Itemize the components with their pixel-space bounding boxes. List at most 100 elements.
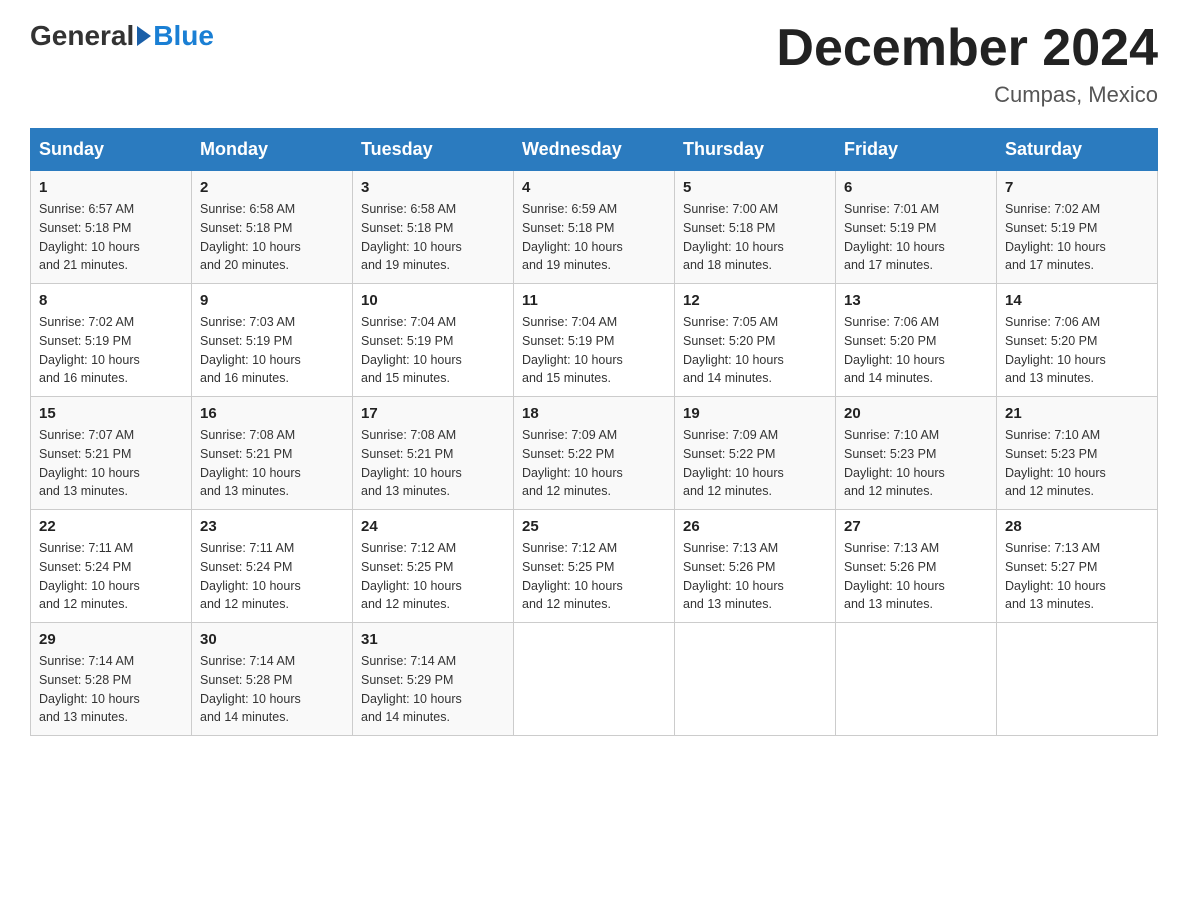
day-number: 13 [844, 292, 988, 309]
day-info: Sunrise: 7:11 AMSunset: 5:24 PMDaylight:… [200, 539, 344, 614]
calendar-week-row: 29 Sunrise: 7:14 AMSunset: 5:28 PMDayligh… [31, 623, 1158, 736]
day-number: 4 [522, 179, 666, 196]
day-info: Sunrise: 7:08 AMSunset: 5:21 PMDaylight:… [200, 426, 344, 501]
calendar-cell: 16 Sunrise: 7:08 AMSunset: 5:21 PMDayligh… [192, 397, 353, 510]
day-number: 8 [39, 292, 183, 309]
day-number: 15 [39, 405, 183, 422]
day-info: Sunrise: 6:59 AMSunset: 5:18 PMDaylight:… [522, 200, 666, 275]
calendar-cell: 14 Sunrise: 7:06 AMSunset: 5:20 PMDayligh… [997, 284, 1158, 397]
day-number: 29 [39, 631, 183, 648]
day-number: 19 [683, 405, 827, 422]
calendar-table: Sunday Monday Tuesday Wednesday Thursday… [30, 128, 1158, 736]
day-info: Sunrise: 7:11 AMSunset: 5:24 PMDaylight:… [39, 539, 183, 614]
calendar-cell: 7Sunrise: 7:02 AMSunset: 5:19 PMDaylight… [997, 171, 1158, 284]
day-info: Sunrise: 7:00 AMSunset: 5:18 PMDaylight:… [683, 200, 827, 275]
day-info: Sunrise: 7:05 AMSunset: 5:20 PMDaylight:… [683, 313, 827, 388]
calendar-cell: 10Sunrise: 7:04 AMSunset: 5:19 PMDayligh… [353, 284, 514, 397]
calendar-cell: 12 Sunrise: 7:05 AMSunset: 5:20 PMDayligh… [675, 284, 836, 397]
day-info: Sunrise: 7:12 AMSunset: 5:25 PMDaylight:… [522, 539, 666, 614]
calendar-week-row: 1Sunrise: 6:57 AMSunset: 5:18 PMDaylight… [31, 171, 1158, 284]
day-number: 26 [683, 518, 827, 535]
calendar-cell: 5 Sunrise: 7:00 AMSunset: 5:18 PMDaylight… [675, 171, 836, 284]
day-number: 23 [200, 518, 344, 535]
calendar-cell: 30 Sunrise: 7:14 AMSunset: 5:28 PMDayligh… [192, 623, 353, 736]
calendar-cell: 13 Sunrise: 7:06 AMSunset: 5:20 PMDayligh… [836, 284, 997, 397]
calendar-header: Sunday Monday Tuesday Wednesday Thursday… [31, 129, 1158, 171]
day-headers-row: Sunday Monday Tuesday Wednesday Thursday… [31, 129, 1158, 171]
calendar-cell: 20 Sunrise: 7:10 AMSunset: 5:23 PMDayligh… [836, 397, 997, 510]
day-number: 14 [1005, 292, 1149, 309]
calendar-cell: 28 Sunrise: 7:13 AMSunset: 5:27 PMDayligh… [997, 510, 1158, 623]
day-number: 2 [200, 179, 344, 196]
calendar-cell: 18 Sunrise: 7:09 AMSunset: 5:22 PMDayligh… [514, 397, 675, 510]
calendar-cell: 29 Sunrise: 7:14 AMSunset: 5:28 PMDayligh… [31, 623, 192, 736]
logo-text: General Blue [30, 20, 214, 52]
header-thursday: Thursday [675, 129, 836, 171]
day-info: Sunrise: 7:14 AMSunset: 5:28 PMDaylight:… [200, 652, 344, 727]
header-monday: Monday [192, 129, 353, 171]
calendar-cell: 3 Sunrise: 6:58 AMSunset: 5:18 PMDaylight… [353, 171, 514, 284]
calendar-cell: 2Sunrise: 6:58 AMSunset: 5:18 PMDaylight… [192, 171, 353, 284]
page-header: General Blue December 2024 Cumpas, Mexic… [30, 20, 1158, 108]
day-number: 21 [1005, 405, 1149, 422]
day-number: 5 [683, 179, 827, 196]
calendar-cell: 9Sunrise: 7:03 AMSunset: 5:19 PMDaylight… [192, 284, 353, 397]
calendar-subtitle: Cumpas, Mexico [776, 82, 1158, 108]
day-info: Sunrise: 7:13 AMSunset: 5:26 PMDaylight:… [844, 539, 988, 614]
logo-arrow-icon [137, 26, 151, 46]
calendar-cell: 27 Sunrise: 7:13 AMSunset: 5:26 PMDayligh… [836, 510, 997, 623]
day-number: 1 [39, 179, 183, 196]
header-sunday: Sunday [31, 129, 192, 171]
calendar-cell: 25Sunrise: 7:12 AMSunset: 5:25 PMDayligh… [514, 510, 675, 623]
calendar-cell: 19 Sunrise: 7:09 AMSunset: 5:22 PMDayligh… [675, 397, 836, 510]
day-info: Sunrise: 7:02 AMSunset: 5:19 PMDaylight:… [39, 313, 183, 388]
day-number: 22 [39, 518, 183, 535]
day-number: 12 [683, 292, 827, 309]
day-number: 3 [361, 179, 505, 196]
calendar-cell: 22 Sunrise: 7:11 AMSunset: 5:24 PMDayligh… [31, 510, 192, 623]
day-info: Sunrise: 7:09 AMSunset: 5:22 PMDaylight:… [683, 426, 827, 501]
day-number: 31 [361, 631, 505, 648]
logo: General Blue [30, 20, 214, 52]
calendar-cell: 21 Sunrise: 7:10 AMSunset: 5:23 PMDayligh… [997, 397, 1158, 510]
day-info: Sunrise: 7:10 AMSunset: 5:23 PMDaylight:… [844, 426, 988, 501]
calendar-cell [675, 623, 836, 736]
day-info: Sunrise: 6:58 AMSunset: 5:18 PMDaylight:… [361, 200, 505, 275]
day-number: 27 [844, 518, 988, 535]
calendar-cell: 23 Sunrise: 7:11 AMSunset: 5:24 PMDayligh… [192, 510, 353, 623]
calendar-cell [514, 623, 675, 736]
calendar-cell: 4 Sunrise: 6:59 AMSunset: 5:18 PMDaylight… [514, 171, 675, 284]
calendar-body: 1Sunrise: 6:57 AMSunset: 5:18 PMDaylight… [31, 171, 1158, 736]
header-wednesday: Wednesday [514, 129, 675, 171]
day-info: Sunrise: 7:14 AMSunset: 5:28 PMDaylight:… [39, 652, 183, 727]
day-info: Sunrise: 7:10 AMSunset: 5:23 PMDaylight:… [1005, 426, 1149, 501]
calendar-cell: 31 Sunrise: 7:14 AMSunset: 5:29 PMDayligh… [353, 623, 514, 736]
day-number: 7 [1005, 179, 1149, 196]
header-friday: Friday [836, 129, 997, 171]
day-number: 9 [200, 292, 344, 309]
day-number: 20 [844, 405, 988, 422]
calendar-cell: 15Sunrise: 7:07 AMSunset: 5:21 PMDayligh… [31, 397, 192, 510]
calendar-cell [997, 623, 1158, 736]
calendar-week-row: 22 Sunrise: 7:11 AMSunset: 5:24 PMDayligh… [31, 510, 1158, 623]
day-number: 10 [361, 292, 505, 309]
header-tuesday: Tuesday [353, 129, 514, 171]
header-saturday: Saturday [997, 129, 1158, 171]
day-number: 24 [361, 518, 505, 535]
day-info: Sunrise: 7:04 AMSunset: 5:19 PMDaylight:… [522, 313, 666, 388]
day-number: 30 [200, 631, 344, 648]
day-info: Sunrise: 7:06 AMSunset: 5:20 PMDaylight:… [844, 313, 988, 388]
calendar-week-row: 8 Sunrise: 7:02 AMSunset: 5:19 PMDaylight… [31, 284, 1158, 397]
day-number: 11 [522, 292, 666, 309]
day-info: Sunrise: 7:01 AMSunset: 5:19 PMDaylight:… [844, 200, 988, 275]
calendar-cell: 11 Sunrise: 7:04 AMSunset: 5:19 PMDayligh… [514, 284, 675, 397]
calendar-cell: 17Sunrise: 7:08 AMSunset: 5:21 PMDayligh… [353, 397, 514, 510]
day-info: Sunrise: 7:09 AMSunset: 5:22 PMDaylight:… [522, 426, 666, 501]
day-info: Sunrise: 7:14 AMSunset: 5:29 PMDaylight:… [361, 652, 505, 727]
day-info: Sunrise: 7:13 AMSunset: 5:27 PMDaylight:… [1005, 539, 1149, 614]
day-number: 18 [522, 405, 666, 422]
day-number: 28 [1005, 518, 1149, 535]
day-info: Sunrise: 7:06 AMSunset: 5:20 PMDaylight:… [1005, 313, 1149, 388]
day-number: 16 [200, 405, 344, 422]
calendar-cell: 8 Sunrise: 7:02 AMSunset: 5:19 PMDaylight… [31, 284, 192, 397]
